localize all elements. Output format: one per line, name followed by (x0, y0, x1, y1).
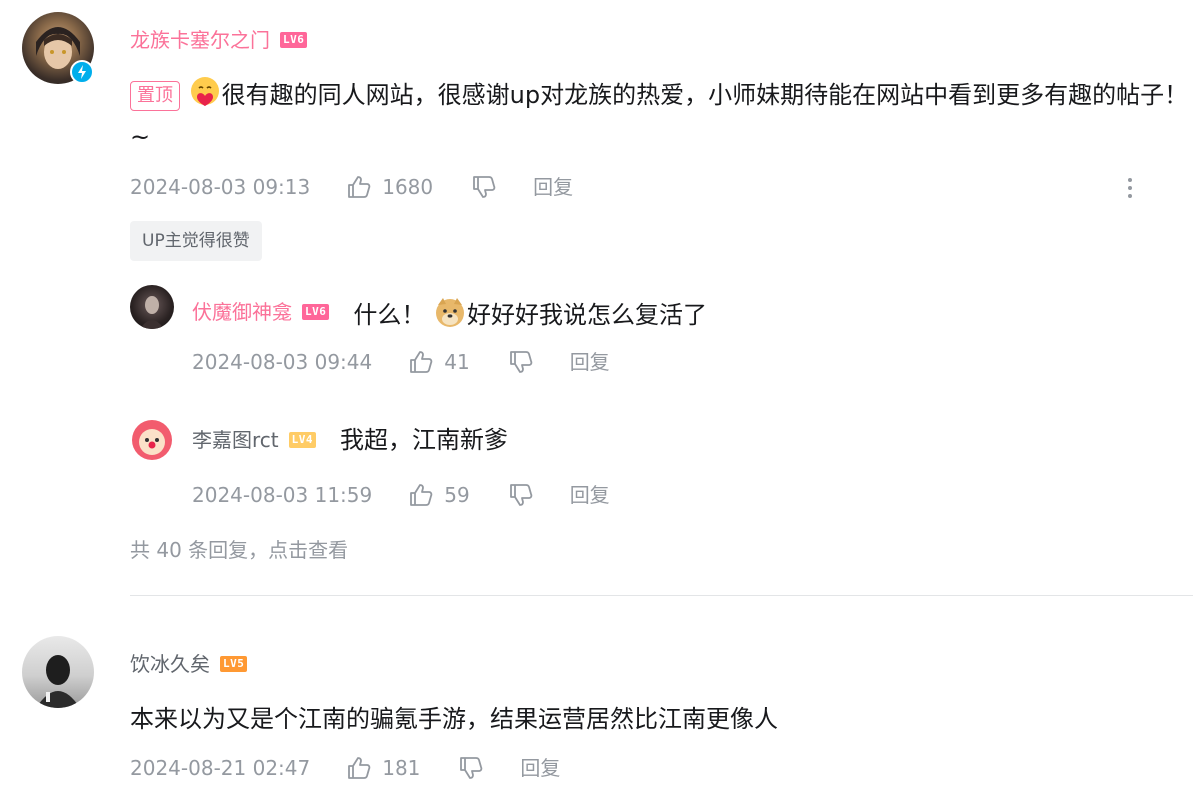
username[interactable]: 龙族卡塞尔之门 (130, 27, 270, 53)
dislike-icon[interactable] (471, 174, 497, 200)
comment-text: 置顶 很有趣的同人网站，很感谢up对龙族的热爱，小师妹期待能在网站中看到更多有趣… (130, 74, 1190, 158)
level-badge: LV6 (280, 32, 308, 48)
dislike-icon[interactable] (458, 755, 484, 781)
reply-time: 2024-08-03 09:44 (192, 350, 373, 374)
level-badge: LV4 (288, 432, 316, 448)
like-count: 181 (382, 756, 421, 780)
reply-avatar[interactable] (130, 285, 174, 329)
like-button[interactable]: 41 (408, 349, 470, 375)
comment-time: 2024-08-03 09:13 (130, 175, 311, 199)
like-icon (408, 482, 434, 508)
like-button[interactable]: 1680 (346, 174, 433, 200)
reply-avatar[interactable] (130, 418, 174, 462)
reply-button[interactable]: 回复 (520, 755, 560, 781)
pinned-badge: 置顶 (130, 81, 180, 111)
doge-emoji (433, 295, 467, 329)
like-count: 41 (444, 350, 470, 374)
comment-text: 本来以为又是个江南的骗氪手游，结果运营居然比江南更像人 (130, 705, 778, 733)
up-liked-tag: UP主觉得很赞 (130, 221, 262, 261)
like-count: 59 (444, 483, 470, 507)
reply-text: 我超，江南新爹 (340, 426, 508, 454)
avatar[interactable] (22, 636, 94, 708)
reply-time: 2024-08-03 11:59 (192, 483, 373, 507)
reply-button[interactable]: 回复 (570, 482, 610, 508)
reply-button[interactable]: 回复 (570, 349, 610, 375)
comment-body: 很有趣的同人网站，很感谢up对龙族的热爱，小师妹期待能在网站中看到更多有趣的帖子… (130, 81, 1189, 151)
like-icon (408, 349, 434, 375)
like-icon (346, 174, 372, 200)
heart-hug-emoji (188, 75, 222, 109)
verified-bolt-icon (70, 60, 94, 84)
dislike-icon[interactable] (508, 349, 534, 375)
level-badge: LV5 (220, 656, 248, 672)
view-more-replies-link[interactable]: 共 40 条回复，点击查看 (130, 537, 348, 563)
comment-divider (130, 595, 1193, 596)
reply-button[interactable]: 回复 (533, 174, 573, 200)
like-icon (346, 755, 372, 781)
reply-text: 好好好我说怎么复活了 (467, 301, 708, 329)
reply-username[interactable]: 李嘉图rct (192, 427, 279, 453)
reply-username[interactable]: 伏魔御神龛 (192, 299, 292, 325)
comment-time: 2024-08-21 02:47 (130, 756, 311, 780)
level-badge: LV6 (302, 304, 330, 320)
like-count: 1680 (382, 175, 434, 199)
reply-text-prefix: 什么！ (353, 301, 426, 329)
more-icon[interactable] (1120, 176, 1140, 200)
like-button[interactable]: 181 (346, 755, 420, 781)
like-button[interactable]: 59 (408, 482, 470, 508)
dislike-icon[interactable] (508, 482, 534, 508)
username[interactable]: 饮冰久矣 (130, 651, 210, 677)
